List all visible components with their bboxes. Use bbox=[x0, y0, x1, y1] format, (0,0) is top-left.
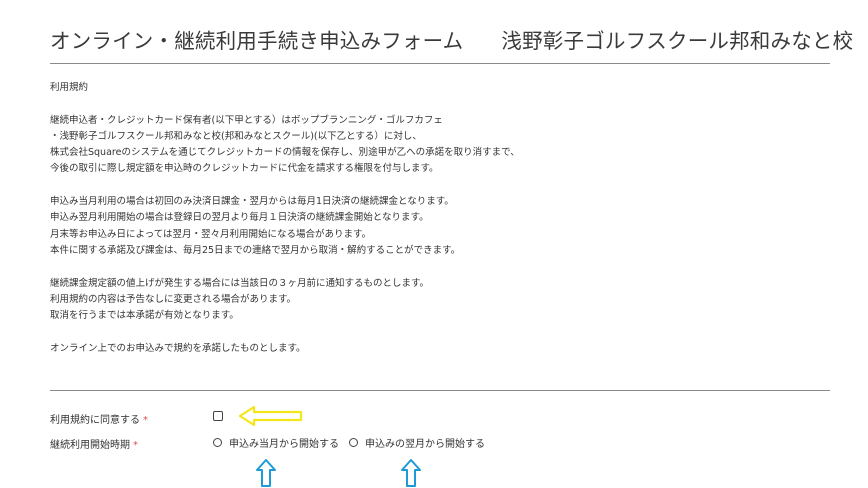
terms-line: 申込み翌月利用開始の場合は登録日の翌月より毎月１日決済の継続課金開始となります。 bbox=[50, 212, 429, 224]
terms-line: 申込み当月利用の場合は初回のみ決済日課金・翌月からは毎月1日決済の継続課金となり… bbox=[50, 196, 454, 208]
terms-line: 取消を行うまでは本承諾が有効となります。 bbox=[50, 310, 239, 322]
terms-line: オンライン上でのお申込みで規約を承諾したものとします。 bbox=[50, 342, 306, 354]
terms-line: 株式会社Squareのシステムを通じてクレジットカードの情報を保存し、別途甲が乙… bbox=[50, 147, 520, 159]
school-name: 浅野彰子ゴルフスクール邦和みなと校 bbox=[501, 29, 854, 53]
required-mark: * bbox=[133, 440, 138, 451]
required-mark: * bbox=[143, 415, 148, 426]
blue-up-arrow-icon bbox=[401, 459, 421, 487]
blue-up-arrow-icon bbox=[256, 459, 276, 487]
radio-circle[interactable] bbox=[349, 438, 358, 447]
radio-start-next-month[interactable]: 申込みの翌月から開始する bbox=[349, 435, 485, 450]
agree-label: 利用規約に同意する * bbox=[50, 411, 148, 426]
radio-circle[interactable] bbox=[213, 438, 222, 447]
terms-line: 月末等お申込み日によっては翌月・翌々月利用開始になる場合があります。 bbox=[50, 228, 372, 240]
terms-body: 継続申込者・クレジットカード保有者(以下甲とする）はボップブランニング・ゴルフカ… bbox=[50, 113, 820, 357]
terms-line: ・浅野彰子ゴルフスクール邦和みなと校(邦和みなとスクール)(以下乙とする）に対し… bbox=[50, 130, 422, 142]
yellow-left-arrow-icon bbox=[238, 405, 303, 427]
radio-start-this-month[interactable]: 申込み当月から開始する bbox=[213, 435, 339, 450]
radio-label: 申込み当月から開始する bbox=[229, 439, 339, 450]
bottom-divider bbox=[50, 390, 830, 391]
radio-label: 申込みの翌月から開始する bbox=[365, 439, 485, 450]
start-label: 継続利用開始時期 * bbox=[50, 436, 138, 451]
terms-line: 継続課金規定額の値上げが発生する場合には当該日の３ヶ月前に通知するものとします。 bbox=[50, 277, 430, 289]
terms-line: 利用規約の内容は予告なしに変更される場合があります。 bbox=[50, 293, 297, 305]
terms-section: 利用規約 継続申込者・クレジットカード保有者(以下甲とする）はボップブランニング… bbox=[50, 80, 820, 357]
start-label-text: 継続利用開始時期 bbox=[50, 440, 130, 451]
terms-line: 本件に関する承諾及び課金は、毎月25日までの連絡で翌月から取消・解約することがで… bbox=[50, 244, 461, 256]
page-title: オンライン・継続利用手続き申込みフォーム 浅野彰子ゴルフスクール邦和みなと校 bbox=[50, 24, 853, 54]
top-divider bbox=[50, 63, 830, 64]
agree-checkbox[interactable] bbox=[213, 411, 223, 421]
agree-label-text: 利用規約に同意する bbox=[50, 415, 140, 426]
terms-line: 継続申込者・クレジットカード保有者(以下甲とする）はボップブランニング・ゴルフカ… bbox=[50, 114, 443, 126]
terms-line: 今後の取引に際し規定額を申込時のクレジットカードに代金を請求する権限を付与します… bbox=[50, 163, 439, 175]
terms-heading: 利用規約 bbox=[50, 82, 89, 93]
form-title: オンライン・継続利用手続き申込みフォーム bbox=[50, 29, 464, 53]
